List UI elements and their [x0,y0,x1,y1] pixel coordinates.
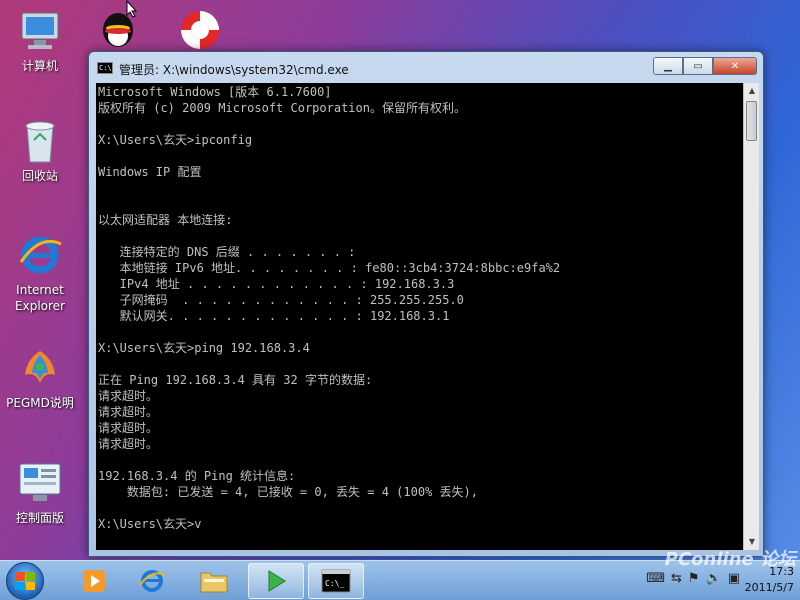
window-titlebar[interactable]: C:\ 管理员: X:\windows\system32\cmd.exe ▁ ▭… [89,52,763,82]
minimize-button[interactable]: ▁ [653,57,683,75]
recycle-bin-icon [17,118,63,164]
svg-text:C:\_: C:\_ [325,579,344,588]
folder-icon [200,572,228,593]
desktop-icon-recycle-bin[interactable]: 回收站 [0,118,80,184]
network-icon[interactable]: ⇆ [671,571,682,586]
window-controls: ▁ ▭ ✕ [653,57,757,75]
desktop-icon-internet-explorer[interactable]: Internet Explorer [0,232,80,314]
computer-icon [17,8,63,54]
green-play-icon [268,570,286,592]
desktop-icon-pegmd[interactable]: PEGMD说明 [0,345,80,411]
internet-explorer-icon [139,570,166,592]
vertical-scrollbar[interactable]: ▲ ▼ [743,83,759,550]
console-output[interactable]: Microsoft Windows [版本 6.1.7600] 版权所有 (c)… [96,83,743,550]
taskbar-app-button[interactable] [248,563,304,599]
control-panel-icon [17,460,63,506]
taskbar-media-player-button[interactable] [66,563,122,599]
pegmd-icon [17,345,63,391]
flag-icon[interactable]: ⚑ [688,571,700,586]
volume-icon[interactable]: 🔈 [706,571,722,586]
cmd-icon: C:\_ [321,569,351,593]
scroll-thumb[interactable] [746,101,757,141]
start-button[interactable] [6,562,44,600]
scroll-up-arrow-icon[interactable]: ▲ [744,83,760,99]
cmd-window[interactable]: C:\ 管理员: X:\windows\system32\cmd.exe ▁ ▭… [88,51,764,557]
keyboard-icon[interactable]: ⌨ [646,571,665,586]
clock-date: 2011/5/7 [744,581,794,594]
desktop-icon-computer[interactable]: 计算机 [0,8,80,74]
cmd-icon: C:\ [97,62,113,74]
desktop-icon-control-panel[interactable]: 控制面版 [0,460,80,526]
windows-logo-icon [15,572,35,590]
taskbar-cmd-button[interactable]: C:\_ [308,563,364,599]
window-title: 管理员: X:\windows\system32\cmd.exe [119,63,349,77]
maximize-button[interactable]: ▭ [683,57,713,75]
internet-explorer-icon [17,232,63,278]
lifebuoy-icon[interactable] [178,8,222,52]
watermark-logo: PConline 论坛 [664,549,796,570]
close-button[interactable]: ✕ [713,57,757,75]
taskbar-explorer-button[interactable] [186,563,242,599]
taskbar-ie-button[interactable] [124,563,180,599]
mouse-cursor-icon [126,0,138,18]
media-player-icon [83,570,105,592]
